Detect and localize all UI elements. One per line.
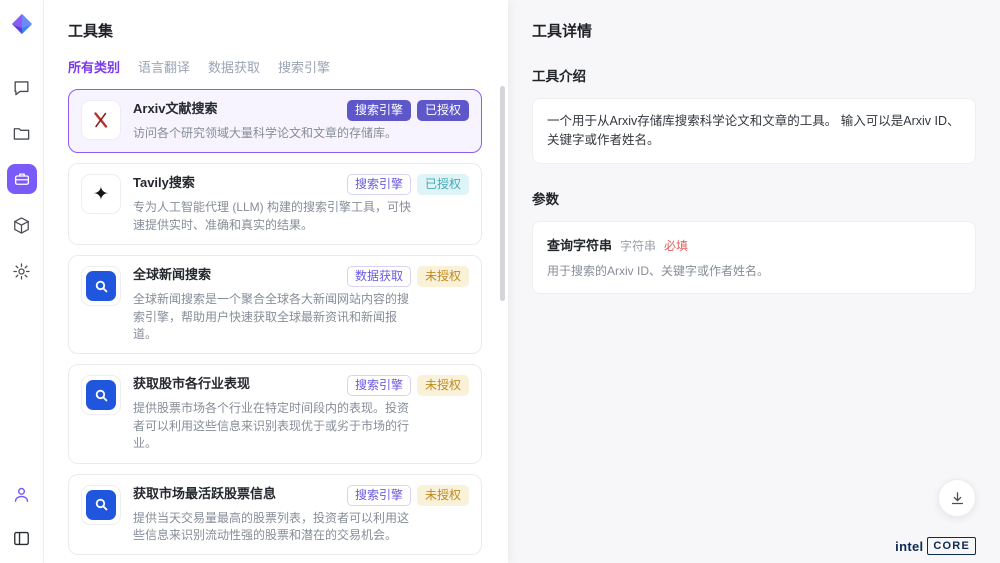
page-title: 工具集 — [68, 20, 482, 41]
folder-icon[interactable] — [7, 118, 37, 148]
param-card: 查询字符串 字符串 必填 用于搜索的Arxiv ID、关键字或作者姓名。 — [532, 221, 976, 294]
tab-search-engine[interactable]: 搜索引擎 — [278, 57, 330, 76]
news-search-logo-icon — [81, 266, 121, 306]
tool-card-tavily[interactable]: ✦ Tavily搜索 搜索引擎 已授权 专为人工智能代理 (LLM) 构建的搜索… — [68, 163, 482, 245]
settings-gear-icon[interactable] — [7, 256, 37, 286]
tool-description: 提供当天交易量最高的股票列表，投资者可以利用这些信息来识别流动性强的股票和潜在的… — [133, 510, 411, 545]
param-description: 用于搜索的Arxiv ID、关键字或作者姓名。 — [547, 262, 961, 280]
category-badge: 搜索引擎 — [347, 375, 411, 396]
tool-card-list: Arxiv文献搜索 搜索引擎 已授权 访问各个研究领域大量科学论文和文章的存储库… — [68, 89, 482, 563]
auth-status-badge: 未授权 — [417, 485, 469, 506]
tool-card-sector-performance[interactable]: 获取股市各行业表现 搜索引擎 未授权 提供股票市场各个行业在特定时间段内的表现。… — [68, 364, 482, 463]
intro-heading: 工具介绍 — [532, 65, 976, 85]
core-brand-text: CORE — [927, 537, 976, 555]
category-badge: 搜索引擎 — [347, 100, 411, 121]
intro-card: 一个用于从Arxiv存储库搜索科学论文和文章的工具。 输入可以是Arxiv ID… — [532, 98, 976, 164]
market-data-logo-icon — [81, 485, 121, 525]
app-logo-icon — [10, 12, 34, 36]
tab-all-categories[interactable]: 所有类别 — [68, 57, 120, 76]
tool-list-panel: 工具集 所有类别 语言翻译 数据获取 搜索引擎 Arxiv文献搜索 — [44, 0, 508, 563]
user-icon[interactable] — [7, 479, 37, 509]
tool-name: 全球新闻搜索 — [133, 266, 211, 284]
panel-toggle-icon[interactable] — [7, 523, 37, 553]
auth-status-badge: 未授权 — [417, 375, 469, 396]
app-window: 工具集 所有类别 语言翻译 数据获取 搜索引擎 Arxiv文献搜索 — [0, 0, 1000, 563]
chat-icon[interactable] — [7, 72, 37, 102]
sidebar-bottom-group — [7, 479, 37, 553]
category-badge: 数据获取 — [347, 266, 411, 287]
auth-status-badge: 已授权 — [417, 174, 469, 195]
intro-text: 一个用于从Arxiv存储库搜索科学论文和文章的工具。 输入可以是Arxiv ID… — [547, 112, 961, 150]
tab-language-translation[interactable]: 语言翻译 — [138, 57, 190, 76]
icon-sidebar — [0, 0, 44, 563]
params-heading: 参数 — [532, 188, 976, 208]
category-badge: 搜索引擎 — [347, 485, 411, 506]
tool-name: 获取市场最活跃股票信息 — [133, 485, 276, 503]
toolbox-icon[interactable] — [7, 164, 37, 194]
arxiv-logo-icon — [81, 100, 121, 140]
param-name: 查询字符串 — [547, 235, 612, 254]
param-required-flag: 必填 — [664, 237, 688, 254]
tab-data-fetch[interactable]: 数据获取 — [208, 57, 260, 76]
tool-description: 专为人工智能代理 (LLM) 构建的搜索引擎工具，可快速提供实时、准确和真实的结… — [133, 199, 411, 234]
auth-status-badge: 已授权 — [417, 100, 469, 121]
tool-name: Arxiv文献搜索 — [133, 100, 218, 118]
tool-card-arxiv[interactable]: Arxiv文献搜索 搜索引擎 已授权 访问各个研究领域大量科学论文和文章的存储库… — [68, 89, 482, 153]
detail-title: 工具详情 — [532, 20, 976, 41]
package-icon[interactable] — [7, 210, 37, 240]
intel-core-logo: intel CORE — [895, 537, 976, 555]
intel-brand-text: intel — [895, 539, 923, 554]
list-scrollbar[interactable] — [500, 86, 505, 301]
tool-name: Tavily搜索 — [133, 174, 195, 192]
tool-card-active-stocks[interactable]: 获取市场最活跃股票信息 搜索引擎 未授权 提供当天交易量最高的股票列表，投资者可… — [68, 474, 482, 556]
download-button[interactable] — [938, 479, 976, 517]
market-data-logo-icon — [81, 375, 121, 415]
auth-status-badge: 未授权 — [417, 266, 469, 287]
download-icon — [949, 490, 966, 507]
tool-description: 全球新闻搜索是一个聚合全球各大新闻网站内容的搜索引擎，帮助用户快速获取全球最新资… — [133, 291, 411, 343]
category-badge: 搜索引擎 — [347, 174, 411, 195]
tool-card-global-news[interactable]: 全球新闻搜索 数据获取 未授权 全球新闻搜索是一个聚合全球各大新闻网站内容的搜索… — [68, 255, 482, 354]
tavily-logo-icon: ✦ — [81, 174, 121, 214]
tool-description: 提供股票市场各个行业在特定时间段内的表现。投资者可以利用这些信息来识别表现优于或… — [133, 400, 411, 452]
tool-name: 获取股市各行业表现 — [133, 375, 250, 393]
category-tabs: 所有类别 语言翻译 数据获取 搜索引擎 — [68, 57, 482, 76]
tool-detail-panel: 工具详情 工具介绍 一个用于从Arxiv存储库搜索科学论文和文章的工具。 输入可… — [508, 0, 1000, 563]
tool-description: 访问各个研究领域大量科学论文和文章的存储库。 — [133, 125, 411, 142]
param-type: 字符串 — [620, 237, 656, 254]
